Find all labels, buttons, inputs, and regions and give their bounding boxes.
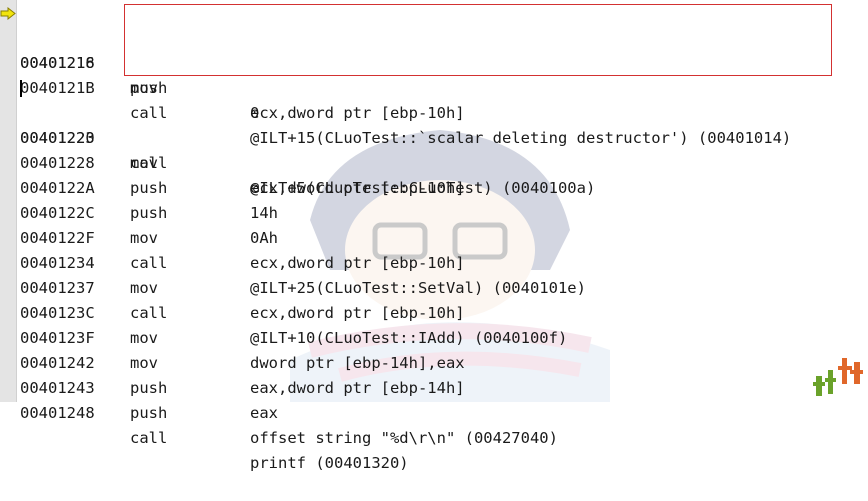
text-caret bbox=[20, 80, 22, 97]
disasm-row[interactable]: 00401223 call @ILT+5(CLuoTest::CLuoTest)… bbox=[0, 101, 868, 197]
disasm-row[interactable]: 0040121B call @ILT+15(CLuoTest::`scalar … bbox=[0, 51, 868, 147]
disasm-row[interactable]: 00401242 push eax bbox=[0, 326, 868, 422]
disasm-row[interactable]: 00401248 call printf (00401320) bbox=[0, 376, 868, 472]
disasm-row[interactable]: 00401228 push 14h bbox=[0, 126, 868, 222]
disasm-row[interactable]: 0040123C mov dword ptr [ebp-14h],eax bbox=[0, 276, 868, 372]
disasm-row[interactable]: 0040123F mov eax,dword ptr [ebp-14h] bbox=[0, 301, 868, 397]
disasm-row[interactable]: 0040122A push 0Ah bbox=[0, 151, 868, 247]
address: 00401248 bbox=[20, 404, 95, 422]
mnemonic: call bbox=[130, 429, 168, 447]
disasm-row[interactable]: 00401243 push offset string "%d\r\n" (00… bbox=[0, 351, 868, 447]
operands: printf (00401320) bbox=[250, 454, 409, 472]
disasm-row[interactable]: 0040122C mov ecx,dword ptr [ebp-10h] bbox=[0, 176, 868, 272]
stamp-logo-icon bbox=[813, 358, 863, 396]
operands: offset string "%d\r\n" (00427040) bbox=[250, 429, 558, 447]
disasm-row[interactable]: 00401216 push 0 bbox=[0, 1, 868, 122]
disasm-row[interactable]: 00401220 mov ecx,dword ptr [ebp-10h] bbox=[0, 76, 868, 197]
operands: eax bbox=[250, 404, 278, 422]
disasm-row[interactable]: 0040122F call @ILT+25(CLuoTest::SetVal) … bbox=[0, 201, 868, 297]
disasm-row[interactable]: 00401237 call @ILT+10(CLuoTest::IAdd) (0… bbox=[0, 251, 868, 347]
mnemonic: push bbox=[130, 404, 168, 422]
disassembly-list: 00401216 push 0 00401218 mov ecx,dword p… bbox=[0, 1, 868, 472]
yellow-arrow-icon bbox=[0, 7, 16, 20]
disasm-row[interactable]: 00401234 mov ecx,dword ptr [ebp-10h] bbox=[0, 226, 868, 322]
disasm-row[interactable]: 00401218 mov ecx,dword ptr [ebp-10h] bbox=[0, 26, 868, 122]
